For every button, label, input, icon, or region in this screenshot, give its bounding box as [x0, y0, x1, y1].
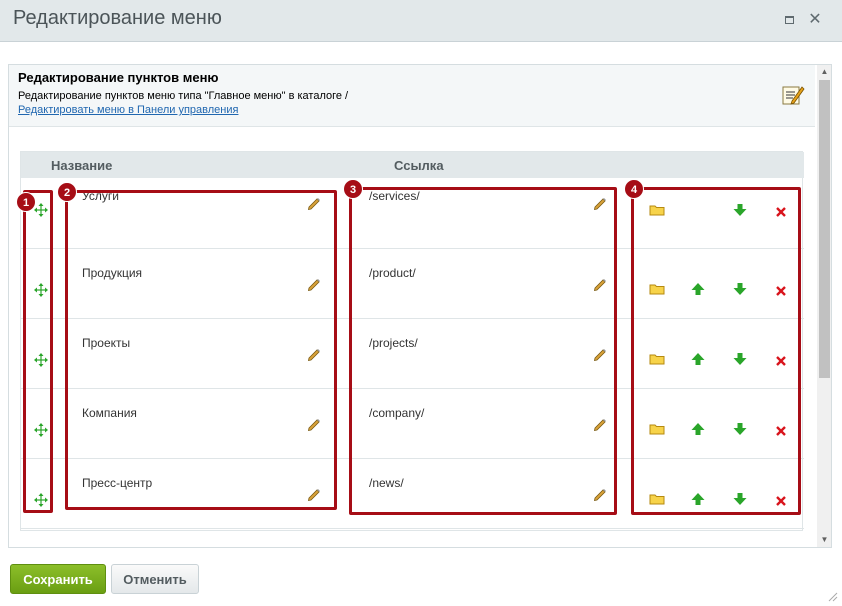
header-panel: Редактирование пунктов меню Редактирован…: [9, 65, 815, 127]
callout-badge-3: 3: [343, 179, 363, 199]
resize-handle-icon[interactable]: [826, 590, 838, 602]
callout-box-2: [65, 190, 337, 510]
scroll-up-icon[interactable]: ▲: [817, 65, 831, 79]
close-icon[interactable]: ✕: [808, 12, 822, 28]
window-title: Редактирование меню: [13, 7, 222, 29]
header-description: Редактирование пунктов меню типа "Главно…: [18, 90, 349, 102]
save-button[interactable]: Сохранить: [10, 564, 106, 594]
callout-badge-1: 1: [16, 192, 36, 212]
callout-box-3: [349, 187, 617, 515]
vertical-scrollbar[interactable]: ▲ ▼: [817, 65, 831, 547]
column-header-name: Название: [51, 158, 113, 173]
table-header: Название Ссылка: [21, 152, 804, 178]
scroll-thumb[interactable]: [819, 80, 830, 378]
column-header-link: Ссылка: [394, 158, 444, 173]
callout-badge-2: 2: [57, 182, 77, 202]
scroll-down-icon[interactable]: ▼: [817, 533, 831, 547]
header-title: Редактирование пунктов меню: [18, 70, 219, 85]
callout-box-1: [23, 190, 53, 513]
window-titlebar: Редактирование меню ✕: [0, 0, 842, 42]
maximize-icon[interactable]: [782, 13, 796, 27]
callout-box-4: [631, 187, 801, 515]
callout-badge-4: 4: [624, 179, 644, 199]
control-panel-link[interactable]: Редактировать меню в Панели управления: [18, 104, 238, 116]
cancel-button[interactable]: Отменить: [111, 564, 199, 594]
edit-menu-icon: [782, 86, 805, 105]
